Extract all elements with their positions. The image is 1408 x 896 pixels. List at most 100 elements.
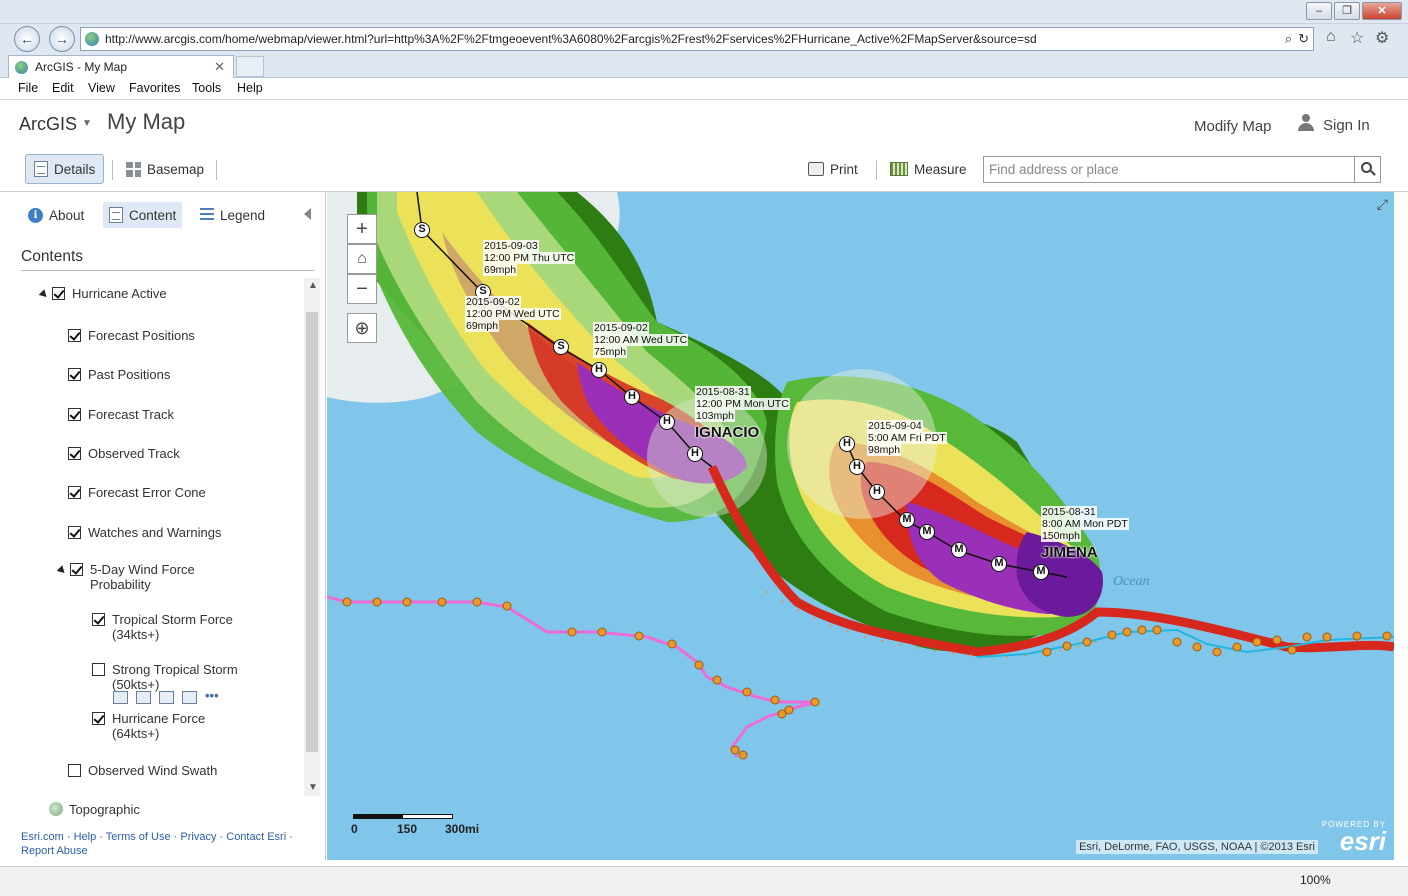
footer-contact-link[interactable]: Contact Esri [226, 831, 286, 843]
layer-tropical-storm-force[interactable]: Tropical Storm Force (34kts+) [92, 612, 233, 642]
back-button[interactable]: ← [14, 26, 40, 52]
scroll-down-icon[interactable]: ▼ [308, 782, 318, 793]
menu-file[interactable]: File [18, 81, 38, 95]
track-marker-m[interactable]: M [991, 556, 1007, 572]
new-tab-button[interactable] [236, 56, 264, 77]
track-marker-h[interactable]: H [659, 414, 675, 430]
layer-watches-warnings[interactable]: Watches and Warnings [68, 525, 221, 540]
checkbox[interactable] [70, 563, 83, 576]
change-style-icon[interactable] [159, 691, 174, 704]
search-input[interactable] [984, 157, 1354, 182]
search-button[interactable] [1354, 157, 1380, 182]
checkbox[interactable] [68, 329, 81, 342]
expand-triangle-icon[interactable] [56, 565, 68, 576]
close-tab-icon[interactable]: ✕ [214, 59, 225, 75]
track-marker-h[interactable]: H [687, 446, 703, 462]
menu-help[interactable]: Help [237, 81, 263, 95]
arcgis-brand[interactable]: ArcGIS [19, 114, 77, 135]
track-marker-m[interactable]: M [899, 512, 915, 528]
track-marker-s[interactable]: S [414, 222, 430, 238]
tab-about[interactable]: i About [22, 202, 90, 228]
print-button[interactable]: Print [800, 154, 866, 184]
track-marker-m[interactable]: M [919, 524, 935, 540]
collapse-panel-icon[interactable] [304, 208, 311, 220]
footer-help-link[interactable]: Help [74, 831, 97, 843]
menu-tools[interactable]: Tools [192, 81, 221, 95]
checkbox[interactable] [68, 764, 81, 777]
footer-separator: · [66, 831, 71, 843]
sidebar-scrollbar[interactable]: ▲ ▼ [304, 278, 320, 796]
locate-button[interactable]: ⊕ [347, 313, 377, 343]
basemap-button[interactable]: Basemap [118, 154, 212, 184]
footer-report-link[interactable]: Report Abuse [21, 845, 88, 857]
forward-button[interactable]: → [49, 26, 75, 52]
refresh-icon[interactable]: ↻ [1298, 31, 1309, 47]
track-marker-h[interactable]: H [869, 484, 885, 500]
footer-privacy-link[interactable]: Privacy [180, 831, 216, 843]
layer-hurricane-force[interactable]: Hurricane Force (64kts+) [92, 711, 205, 741]
address-bar[interactable]: http://www.arcgis.com/home/webmap/viewer… [80, 27, 1314, 51]
home-extent-button[interactable]: ⌂ [347, 244, 377, 274]
table-icon[interactable] [136, 691, 151, 704]
minimize-button[interactable]: – [1306, 2, 1332, 20]
track-marker-h[interactable]: H [849, 459, 865, 475]
layer-forecast-track[interactable]: Forecast Track [68, 407, 174, 422]
menu-view[interactable]: View [88, 81, 115, 95]
favorites-star-icon[interactable]: ☆ [1350, 28, 1364, 48]
checkbox[interactable] [92, 613, 105, 626]
layer-topographic[interactable]: Topographic [49, 802, 140, 817]
close-window-button[interactable]: ✕ [1362, 2, 1402, 20]
checkbox[interactable] [68, 368, 81, 381]
track-marker-m[interactable]: M [951, 542, 967, 558]
expand-triangle-icon[interactable] [38, 289, 50, 300]
track-marker-m[interactable]: M [1033, 564, 1049, 580]
sign-in-link[interactable]: Sign In [1323, 117, 1370, 134]
tab-content[interactable]: Content [103, 202, 183, 228]
sort-layer-icon[interactable] [113, 691, 128, 704]
layer-forecast-error-cone[interactable]: Forecast Error Cone [68, 485, 206, 500]
layer-hurricane-active[interactable]: Hurricane Active [38, 286, 167, 301]
url-text[interactable]: http://www.arcgis.com/home/webmap/viewer… [105, 32, 1037, 46]
track-marker-h[interactable]: H [839, 436, 855, 452]
checkbox[interactable] [68, 408, 81, 421]
gear-icon[interactable]: ⚙ [1375, 28, 1389, 48]
zoom-in-button[interactable]: + [347, 214, 377, 244]
search-icon[interactable]: ⌕ [1285, 31, 1292, 47]
layer-label: Topographic [69, 802, 140, 817]
restore-button[interactable]: ❐ [1334, 2, 1360, 20]
zoom-level[interactable]: 100% [1300, 873, 1331, 887]
layer-wind-force-probability[interactable]: 5-Day Wind Force Probability [56, 562, 195, 592]
checkbox[interactable] [68, 447, 81, 460]
layer-observed-track[interactable]: Observed Track [68, 446, 180, 461]
tab-legend[interactable]: Legend [194, 202, 271, 228]
menu-favorites[interactable]: Favorites [129, 81, 180, 95]
menu-edit[interactable]: Edit [52, 81, 74, 95]
footer-esri-link[interactable]: Esri.com [21, 831, 64, 843]
track-marker-s[interactable]: S [553, 339, 569, 355]
footer-terms-link[interactable]: Terms of Use [106, 831, 171, 843]
scroll-up-icon[interactable]: ▲ [308, 280, 318, 291]
chevron-down-icon[interactable]: ▼ [82, 118, 92, 129]
browser-tab[interactable]: ArcGIS - My Map ✕ [8, 55, 234, 78]
layer-observed-wind-swath[interactable]: Observed Wind Swath [68, 763, 217, 778]
map-view[interactable]: SSSHHHHHHHMMMMM 2015-09-03 12:00 PM Thu U… [327, 192, 1394, 860]
track-marker-h[interactable]: H [624, 389, 640, 405]
track-marker-h[interactable]: H [591, 362, 607, 378]
expand-map-icon[interactable]: ⤢ [1377, 196, 1388, 213]
checkbox[interactable] [68, 486, 81, 499]
measure-button[interactable]: Measure [882, 154, 975, 184]
checkbox[interactable] [52, 287, 65, 300]
modify-map-link[interactable]: Modify Map [1194, 118, 1272, 135]
layer-forecast-positions[interactable]: Forecast Positions [68, 328, 195, 343]
checkbox[interactable] [92, 712, 105, 725]
esri-logo[interactable]: POWERED BY esri [1322, 820, 1386, 854]
scroll-thumb[interactable] [306, 312, 318, 752]
filter-icon[interactable] [182, 691, 197, 704]
details-button[interactable]: Details [25, 154, 105, 184]
checkbox[interactable] [68, 526, 81, 539]
checkbox[interactable] [92, 663, 105, 676]
more-options-icon[interactable]: ••• [205, 689, 220, 704]
home-icon[interactable]: ⌂ [1326, 28, 1336, 46]
zoom-out-button[interactable]: − [347, 274, 377, 304]
layer-past-positions[interactable]: Past Positions [68, 367, 170, 382]
